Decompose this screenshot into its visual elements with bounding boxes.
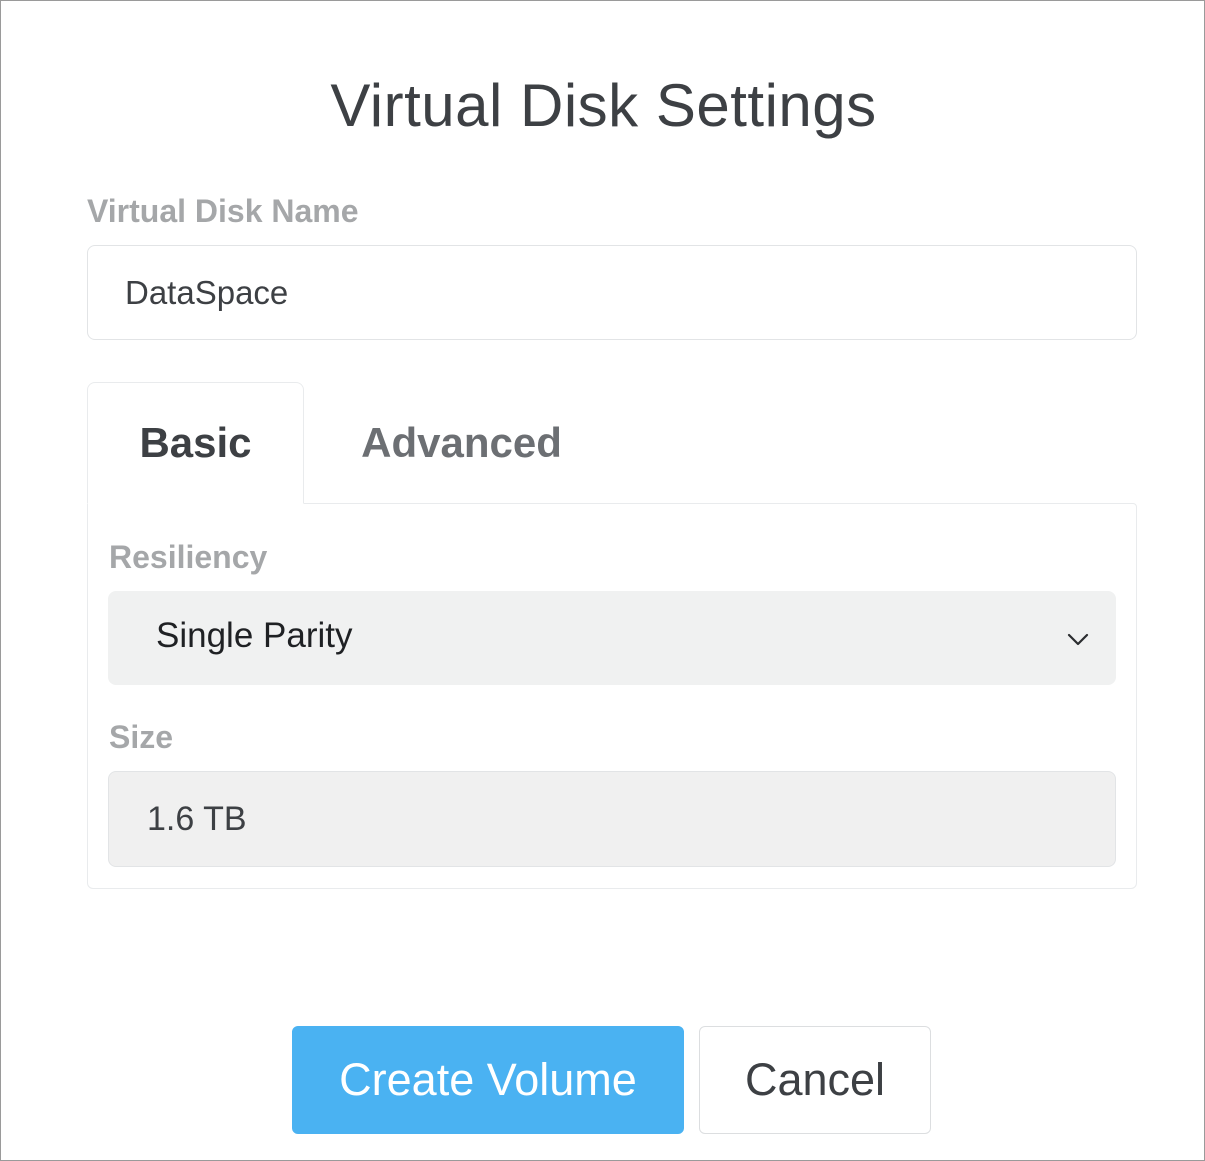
virtual-disk-name-input[interactable]	[87, 245, 1137, 340]
virtual-disk-name-label: Virtual Disk Name	[87, 193, 359, 229]
resiliency-label: Resiliency	[109, 539, 268, 575]
dialog-title: Virtual Disk Settings	[330, 72, 877, 139]
cancel-button[interactable]: Cancel	[699, 1026, 931, 1134]
virtual-disk-settings-dialog: Virtual Disk Settings Virtual Disk Name …	[0, 0, 1205, 1161]
resiliency-select[interactable]: Single Parity	[108, 591, 1116, 685]
size-label: Size	[109, 719, 174, 755]
size-field: 1.6 TB	[108, 771, 1116, 867]
size-value: 1.6 TB	[147, 800, 247, 838]
chevron-down-icon	[1067, 633, 1089, 646]
tab-advanced[interactable]: Advanced	[319, 382, 604, 504]
create-volume-button[interactable]: Create Volume	[292, 1026, 684, 1134]
tab-basic[interactable]: Basic	[87, 382, 304, 504]
resiliency-selected-value: Single Parity	[156, 616, 353, 655]
